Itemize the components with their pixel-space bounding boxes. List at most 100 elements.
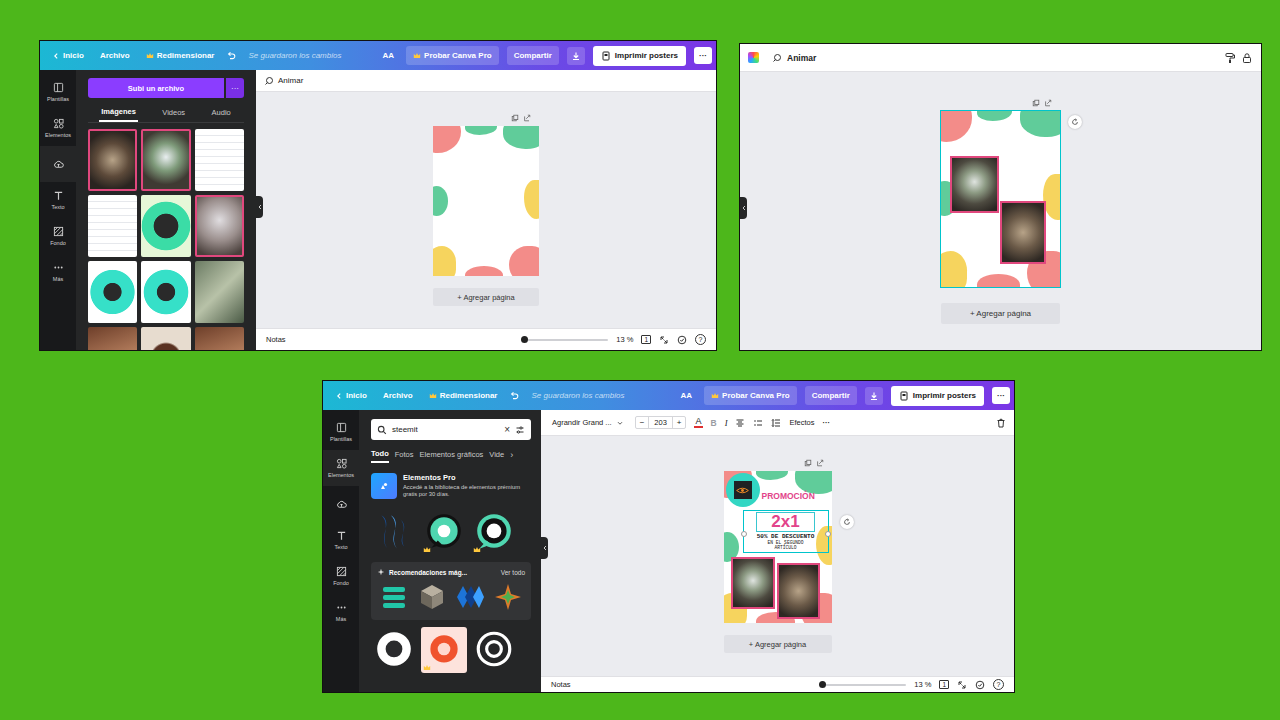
color-picker-icon[interactable]: [748, 52, 759, 63]
resize-button[interactable]: Redimensionar: [425, 388, 502, 403]
see-all-link[interactable]: Ver todo: [501, 569, 525, 576]
nav-item[interactable]: Elementos: [40, 110, 76, 146]
media-tab[interactable]: Videos: [160, 104, 187, 122]
undo-icon[interactable]: [509, 391, 519, 401]
nav-item[interactable]: Texto: [323, 522, 359, 558]
page-count[interactable]: 1: [939, 680, 949, 690]
text-toggle[interactable]: AA: [378, 48, 398, 63]
trash-icon[interactable]: [996, 418, 1006, 428]
search-field[interactable]: steemit ×: [371, 419, 531, 440]
format-button[interactable]: B: [711, 418, 717, 428]
more-button[interactable]: ···: [992, 387, 1010, 404]
result-tab[interactable]: Fotos: [395, 448, 414, 462]
photo-frame[interactable]: [731, 557, 775, 609]
share-button[interactable]: Compartir: [805, 386, 857, 405]
undo-icon[interactable]: [226, 51, 236, 61]
notes-button[interactable]: Notas: [551, 680, 571, 689]
element-item[interactable]: [471, 627, 517, 673]
upload-thumbnail[interactable]: [141, 195, 190, 257]
align-center-icon[interactable]: [735, 418, 745, 428]
leaf-icon[interactable]: [493, 582, 523, 612]
photo-frame[interactable]: [950, 156, 999, 213]
file-menu[interactable]: Archivo: [96, 48, 134, 63]
result-tab[interactable]: Todo: [371, 447, 389, 463]
tabs-next-button[interactable]: ›: [510, 450, 513, 460]
zoom-value[interactable]: 13 %: [616, 335, 633, 344]
upload-thumbnail[interactable]: [195, 261, 244, 323]
element-item[interactable]: [371, 627, 417, 673]
nav-item[interactable]: Texto: [40, 182, 76, 218]
result-tab[interactable]: Vide: [489, 448, 504, 462]
nav-item[interactable]: Más: [40, 254, 76, 290]
nav-item[interactable]: Elementos: [323, 450, 359, 486]
try-pro-button[interactable]: Probar Canva Pro: [704, 386, 797, 405]
nav-item[interactable]: Plantillas: [323, 414, 359, 450]
nav-item[interactable]: Plantillas: [40, 74, 76, 110]
lock-icon[interactable]: [1241, 52, 1253, 64]
print-button[interactable]: Imprimir posters: [891, 386, 984, 406]
check-icon[interactable]: [975, 680, 985, 690]
page-count[interactable]: 1: [641, 335, 651, 345]
design-page[interactable]: [433, 126, 539, 276]
add-page-button[interactable]: + Agregar página: [433, 288, 539, 306]
duplicate-icon[interactable]: [1032, 99, 1040, 107]
paint-roller-icon[interactable]: [1224, 52, 1236, 64]
cube-icon[interactable]: [417, 582, 447, 612]
home-button[interactable]: Inicio: [331, 388, 371, 403]
zoom-slider[interactable]: [822, 684, 906, 686]
resize-button[interactable]: Redimensionar: [142, 48, 219, 63]
upload-more-button[interactable]: ···: [226, 78, 244, 98]
toolbar-more-button[interactable]: ···: [823, 418, 831, 427]
upload-thumbnail[interactable]: [88, 195, 137, 257]
file-menu[interactable]: Archivo: [379, 388, 417, 403]
zoom-slider[interactable]: [524, 339, 608, 341]
list-icon[interactable]: [753, 418, 763, 428]
upload-thumbnail[interactable]: [88, 261, 137, 323]
add-page-icon[interactable]: [816, 459, 824, 467]
effects-button[interactable]: Efectos: [789, 418, 814, 427]
font-dropdown[interactable]: Agrandir Grand ...: [549, 416, 627, 429]
add-page-icon[interactable]: [523, 114, 531, 122]
fullscreen-icon[interactable]: [957, 680, 967, 690]
resize-handle[interactable]: [741, 531, 747, 537]
pro-elements-card[interactable]: Elementos Pro Accedé a la biblioteca de …: [371, 470, 531, 502]
element-item[interactable]: [421, 627, 467, 673]
filter-icon[interactable]: [515, 425, 525, 435]
help-button[interactable]: ?: [695, 334, 706, 345]
home-button[interactable]: Inicio: [48, 48, 88, 63]
format-button[interactable]: I: [725, 418, 728, 428]
spacing-icon[interactable]: [771, 418, 781, 428]
zoom-knob[interactable]: [521, 336, 528, 343]
more-button[interactable]: ···: [694, 47, 712, 64]
duplicate-icon[interactable]: [804, 459, 812, 467]
animate-button[interactable]: Animar: [278, 76, 303, 85]
design-page[interactable]: PROMOCIÓN 2x1 50% DE DESCUENTO EN EL SEG…: [724, 471, 832, 623]
collapse-handle[interactable]: [541, 537, 548, 559]
media-tab[interactable]: Audio: [210, 104, 233, 122]
notes-button[interactable]: Notas: [266, 335, 286, 344]
upload-thumbnail[interactable]: [88, 129, 137, 191]
nav-item[interactable]: [323, 486, 359, 522]
nav-item[interactable]: [40, 146, 76, 182]
upload-thumbnail[interactable]: [88, 327, 137, 350]
animate-button[interactable]: Animar: [787, 53, 816, 63]
nav-item[interactable]: Más: [323, 594, 359, 630]
nav-item[interactable]: Fondo: [40, 218, 76, 254]
media-tab[interactable]: Imágenes: [99, 104, 138, 122]
text-toggle[interactable]: AA: [676, 388, 696, 403]
add-page-button[interactable]: + Agregar página: [724, 635, 832, 653]
collapse-handle[interactable]: [740, 197, 747, 219]
photo-frame[interactable]: [1000, 201, 1046, 264]
element-item[interactable]: [421, 509, 467, 555]
photo-frame[interactable]: [777, 563, 820, 619]
font-size-field[interactable]: 203: [648, 417, 673, 428]
lines-logo-icon[interactable]: [379, 582, 409, 612]
brand-logo[interactable]: [726, 473, 760, 507]
diamonds-icon[interactable]: [455, 582, 485, 612]
upload-thumbnail[interactable]: [141, 327, 190, 350]
help-button[interactable]: ?: [993, 679, 1004, 690]
upload-thumbnail[interactable]: [195, 129, 244, 191]
upload-thumbnail[interactable]: [195, 195, 244, 257]
clear-search-button[interactable]: ×: [504, 424, 510, 435]
collapse-handle[interactable]: [256, 196, 263, 218]
